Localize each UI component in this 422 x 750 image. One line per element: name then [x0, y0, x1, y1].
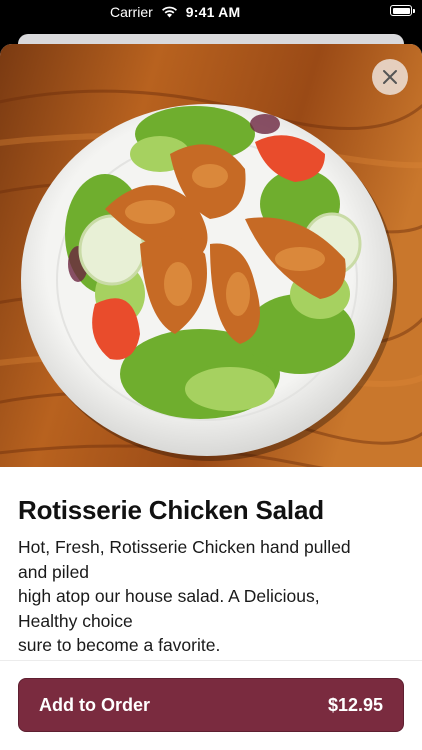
- battery-icon: [390, 5, 415, 16]
- item-title: Rotisserie Chicken Salad: [18, 495, 324, 525]
- add-to-order-button[interactable]: Add to Order $12.95: [18, 678, 404, 732]
- item-info: Rotisserie Chicken Salad Hot, Fresh, Rot…: [18, 493, 404, 658]
- description-line: Hot, Fresh, Rotisserie Chicken hand pull…: [18, 537, 351, 557]
- status-left: Carrier 9:41 AM: [110, 4, 240, 20]
- description-line: high atop our house salad. A Delicious,: [18, 586, 320, 607]
- close-button[interactable]: [372, 59, 408, 95]
- price-label: $12.95: [327, 694, 383, 715]
- status-time: 9:41 AM: [185, 4, 241, 20]
- food-photo: [0, 44, 422, 467]
- wifi-icon: [161, 6, 177, 18]
- item-description: Hot, Fresh, Rotisserie Chicken hand pull…: [18, 535, 404, 658]
- carrier-label: Carrier: [110, 4, 153, 20]
- description-line: Healthy choice: [18, 610, 133, 631]
- add-to-order-label: Add to Order: [39, 694, 150, 715]
- description-line: sure to become a favorite.: [18, 635, 221, 656]
- item-detail-sheet: Rotisserie Chicken Salad Hot, Fresh, Rot…: [0, 44, 422, 750]
- description-line: and piled: [18, 561, 90, 582]
- close-icon: [383, 70, 397, 84]
- divider: [0, 660, 422, 661]
- status-bar: Carrier 9:41 AM: [0, 0, 422, 26]
